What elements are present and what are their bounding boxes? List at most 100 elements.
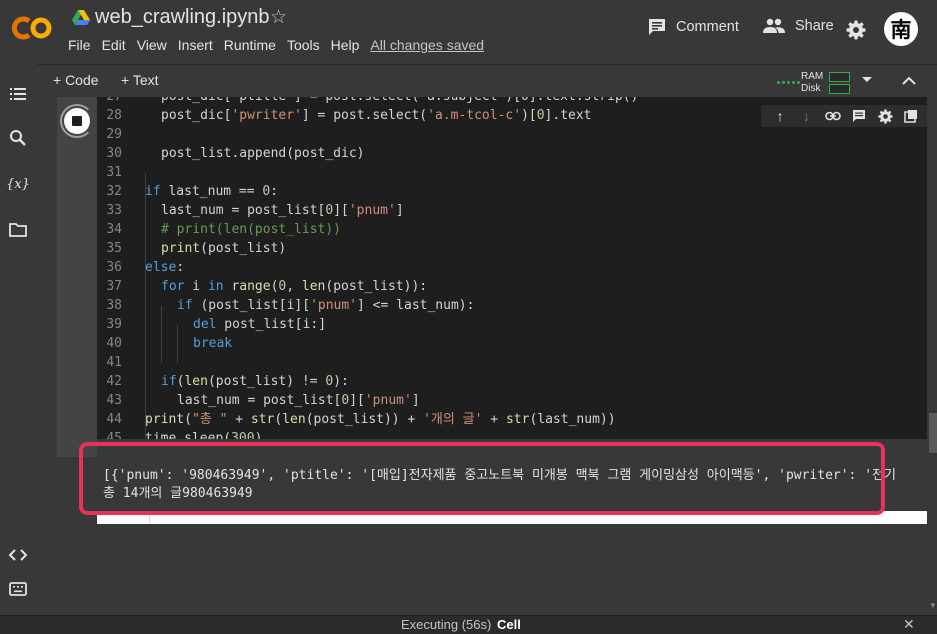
ram-label: RAM bbox=[801, 71, 824, 82]
code-text: if (post_list[i]['pnum'] <= last_num): bbox=[177, 298, 475, 313]
line-number: 33 bbox=[106, 203, 122, 218]
code-text: # print(len(post_list)) bbox=[161, 222, 342, 237]
code-text: print(post_list) bbox=[161, 241, 287, 256]
code-line: 42 if(len(post_list) != 0): bbox=[97, 372, 927, 391]
code-snippets-icon[interactable] bbox=[8, 545, 28, 565]
code-text: post_list.append(post_dic) bbox=[161, 146, 365, 161]
code-line: 32 if last_num == 0: bbox=[97, 182, 927, 201]
close-icon[interactable]: ✕ bbox=[903, 616, 915, 633]
chevron-down-icon[interactable] bbox=[861, 74, 873, 86]
comment-cell-icon[interactable] bbox=[846, 105, 872, 127]
people-icon bbox=[763, 18, 785, 33]
code-line: 41 bbox=[97, 353, 927, 372]
scrollbar-thumb[interactable] bbox=[929, 413, 937, 453]
save-status-link[interactable]: All changes saved bbox=[370, 37, 484, 53]
code-text: print("총 " + str(len(post_list)) + '개의 글… bbox=[145, 412, 616, 427]
notebook-title[interactable]: web_crawling.ipynb bbox=[95, 6, 270, 29]
connected-status-icon bbox=[777, 81, 800, 84]
code-text: time.sleep(300) bbox=[145, 431, 263, 439]
code-line: 31 bbox=[97, 163, 927, 182]
code-line: 40 break bbox=[97, 334, 927, 353]
code-line: 35 print(post_list) bbox=[97, 239, 927, 258]
line-number: 38 bbox=[106, 298, 122, 313]
command-palette-icon[interactable] bbox=[8, 579, 28, 599]
code-line: 38 if (post_list[i]['pnum'] <= last_num): bbox=[97, 296, 927, 315]
code-editor[interactable]: 27 post_dic['ptitle'] = post.select('a.su… bbox=[97, 97, 927, 439]
code-text: del post_list[i:] bbox=[193, 317, 327, 332]
code-line: 33 last_num = post_list[0]['pnum'] bbox=[97, 201, 927, 220]
line-number: 34 bbox=[106, 222, 122, 237]
comment-label: Comment bbox=[676, 19, 739, 35]
settings-gear-icon[interactable] bbox=[846, 20, 866, 40]
code-line: 39 del post_list[i:] bbox=[97, 315, 927, 334]
code-line: 29 bbox=[97, 125, 927, 144]
code-text: else: bbox=[145, 260, 185, 275]
status-bar: Executing (56s) Cell ✕ bbox=[0, 615, 937, 634]
link-icon[interactable] bbox=[820, 105, 846, 127]
code-line: 30 post_list.append(post_dic) bbox=[97, 144, 927, 163]
star-icon[interactable]: ☆ bbox=[270, 7, 287, 29]
menu-help[interactable]: Help bbox=[331, 37, 360, 53]
disk-label: Disk bbox=[801, 83, 821, 94]
cell-gutter bbox=[57, 97, 97, 457]
code-text: last_num = post_list[0]['pnum'] bbox=[161, 203, 404, 218]
comment-icon bbox=[649, 19, 665, 35]
stop-cell-button[interactable] bbox=[64, 108, 90, 134]
table-of-contents-icon[interactable] bbox=[8, 84, 28, 104]
search-icon[interactable] bbox=[8, 128, 28, 148]
share-button[interactable]: Share bbox=[763, 18, 834, 34]
line-number: 29 bbox=[106, 127, 122, 142]
menu-runtime[interactable]: Runtime bbox=[224, 37, 276, 53]
disk-usage-bar bbox=[829, 84, 850, 94]
variables-icon[interactable]: {x} bbox=[6, 174, 30, 194]
line-number: 32 bbox=[106, 184, 122, 199]
comment-button[interactable]: Comment bbox=[648, 18, 739, 36]
code-text: post_dic['ptitle'] = post.select('a.subj… bbox=[161, 97, 638, 106]
code-text: post_dic['pwriter'] = post.select('a.m-t… bbox=[161, 108, 592, 123]
scroll-down-arrow-icon[interactable]: ▼ bbox=[929, 601, 937, 610]
share-label: Share bbox=[795, 18, 834, 34]
code-text: if(len(post_list) != 0): bbox=[161, 374, 349, 389]
line-number: 40 bbox=[106, 336, 122, 351]
code-line: 44 print("총 " + str(len(post_list)) + '개의… bbox=[97, 410, 927, 429]
line-number: 31 bbox=[106, 165, 122, 180]
left-sidebar: {x} bbox=[0, 64, 36, 615]
mirror-cell-icon[interactable] bbox=[898, 105, 924, 127]
executing-status[interactable]: Executing (56s) bbox=[401, 617, 491, 632]
executing-cell-link[interactable]: Cell bbox=[497, 617, 521, 632]
chevron-up-icon[interactable] bbox=[901, 73, 917, 89]
menu-view[interactable]: View bbox=[137, 37, 167, 53]
cell-settings-gear-icon[interactable] bbox=[872, 105, 898, 127]
menu-file[interactable]: File bbox=[68, 37, 91, 53]
menu-insert[interactable]: Insert bbox=[178, 37, 213, 53]
delete-cell-trash-icon[interactable] bbox=[925, 105, 928, 127]
line-number: 36 bbox=[106, 260, 122, 275]
line-number: 42 bbox=[106, 374, 122, 389]
line-number: 37 bbox=[106, 279, 122, 294]
move-cell-up-icon[interactable]: ↑ bbox=[767, 105, 793, 127]
notebook-toolbar: + Code + Text RAM Disk bbox=[37, 64, 937, 97]
scrollbar-track[interactable] bbox=[929, 97, 937, 615]
ram-usage-bar bbox=[829, 72, 850, 82]
stop-icon bbox=[72, 116, 82, 126]
add-text-button[interactable]: + Text bbox=[121, 72, 159, 88]
menu-edit[interactable]: Edit bbox=[102, 37, 126, 53]
line-number: 41 bbox=[106, 355, 122, 370]
header-bar: web_crawling.ipynb ☆ File Edit View Inse… bbox=[0, 0, 937, 62]
code-line: 37 for i in range(0, len(post_list)): bbox=[97, 277, 927, 296]
line-number: 30 bbox=[106, 146, 122, 161]
code-text: break bbox=[193, 336, 233, 351]
code-line: 43 last_num = post_list[0]['pnum'] bbox=[97, 391, 927, 410]
cell-toolbar: ↑ ↓ ⋮ bbox=[761, 105, 927, 127]
colab-logo[interactable] bbox=[10, 12, 54, 44]
line-number: 39 bbox=[106, 317, 122, 332]
line-number: 35 bbox=[106, 241, 122, 256]
line-number: 43 bbox=[106, 393, 122, 408]
move-cell-down-icon[interactable]: ↓ bbox=[793, 105, 819, 127]
add-code-button[interactable]: + Code bbox=[53, 72, 99, 88]
menu-tools[interactable]: Tools bbox=[287, 37, 320, 53]
account-avatar[interactable]: 南 bbox=[884, 12, 918, 46]
files-folder-icon[interactable] bbox=[8, 220, 28, 240]
google-drive-icon[interactable] bbox=[72, 10, 90, 26]
resource-monitor[interactable]: RAM Disk bbox=[777, 69, 857, 95]
